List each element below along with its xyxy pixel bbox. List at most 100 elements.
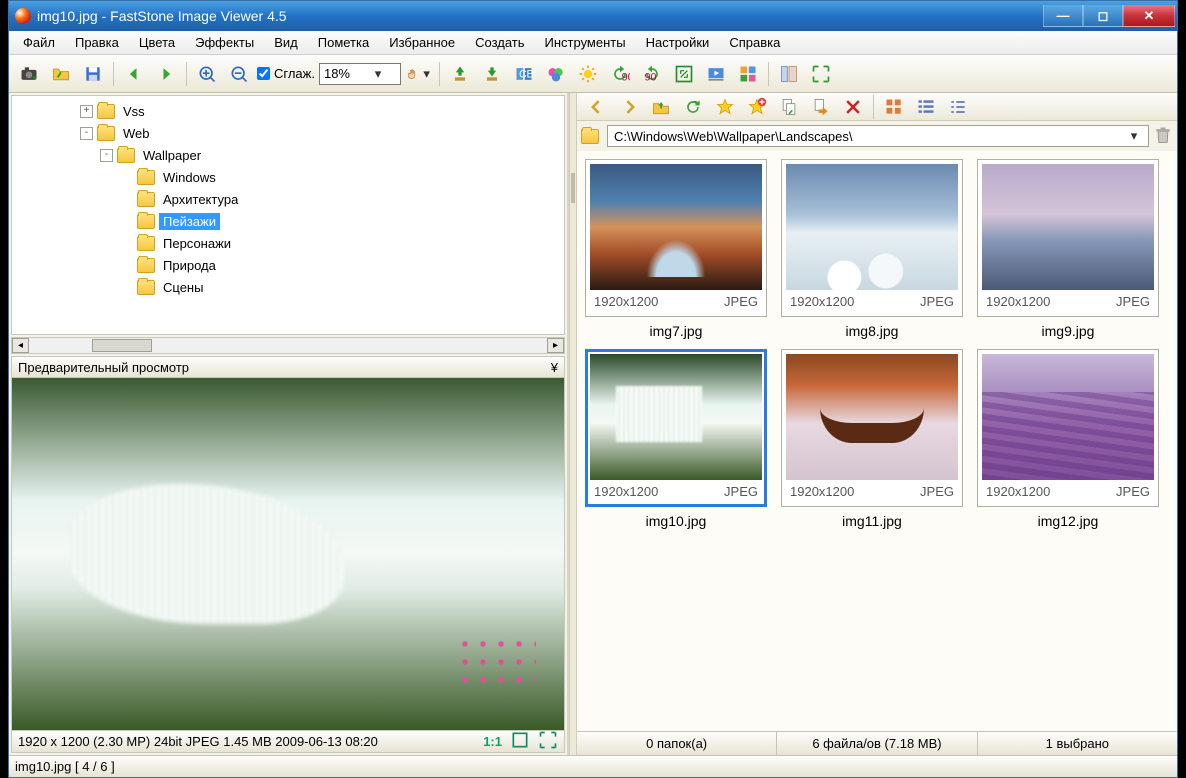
compare-button[interactable]: CB xyxy=(510,60,538,88)
add-favorite-button[interactable] xyxy=(743,93,771,121)
up-folder-button[interactable] xyxy=(647,93,675,121)
menu-эффекты[interactable]: Эффекты xyxy=(185,32,264,53)
tree-receive-button[interactable] xyxy=(478,60,506,88)
thumb-dimensions: 1920x1200 xyxy=(986,294,1050,309)
trash-icon[interactable] xyxy=(1153,125,1173,148)
menu-избранное[interactable]: Избранное xyxy=(379,32,465,53)
thumb-format: JPEG xyxy=(920,484,954,499)
fullscreen-button[interactable] xyxy=(807,60,835,88)
nav-back-button[interactable] xyxy=(583,93,611,121)
path-bar: C:\Windows\Web\Wallpaper\Landscapes\ ▾ xyxy=(581,123,1173,149)
path-text: C:\Windows\Web\Wallpaper\Landscapes\ xyxy=(614,129,1126,144)
scroll-right-icon[interactable]: ▸ xyxy=(547,338,564,353)
thumbnail-item[interactable]: 1920x1200JPEGimg11.jpg xyxy=(779,349,965,529)
menu-создать[interactable]: Создать xyxy=(465,32,534,53)
tree-item[interactable]: -Wallpaper xyxy=(20,144,564,166)
nav-forward-button[interactable] xyxy=(615,93,643,121)
fullscreen-preview-icon[interactable] xyxy=(538,730,558,753)
chevron-down-icon[interactable]: ▾ xyxy=(1126,128,1142,144)
tree-item[interactable]: Windows xyxy=(20,166,564,188)
save-button[interactable] xyxy=(79,60,107,88)
smooth-checkbox[interactable]: Сглаж. xyxy=(257,66,315,81)
thumbnail-image xyxy=(590,164,762,290)
slideshow-button[interactable] xyxy=(702,60,730,88)
scroll-thumb[interactable] xyxy=(92,339,152,352)
menu-справка[interactable]: Справка xyxy=(719,32,790,53)
thumbnail-item[interactable]: 1920x1200JPEGimg12.jpg xyxy=(975,349,1161,529)
refresh-button[interactable] xyxy=(679,93,707,121)
zoom-out-button[interactable] xyxy=(225,60,253,88)
titlebar[interactable]: img10.jpg - FastStone Image Viewer 4.5 —… xyxy=(9,1,1177,31)
preview-statusbar: 1920 x 1200 (2.30 MP) 24bit JPEG 1.45 MB… xyxy=(11,731,565,753)
expand-icon[interactable]: + xyxy=(80,105,93,118)
menu-вид[interactable]: Вид xyxy=(264,32,308,53)
move-to-button[interactable] xyxy=(807,93,835,121)
zoom-combo[interactable]: 18%▾ xyxy=(319,63,401,85)
tree-item[interactable]: -Web xyxy=(20,122,564,144)
view-list-button[interactable] xyxy=(944,93,972,121)
copy-to-button[interactable] xyxy=(775,93,803,121)
menu-файл[interactable]: Файл xyxy=(13,32,65,53)
expand-icon[interactable]: - xyxy=(100,149,113,162)
tree-label: Сцены xyxy=(159,279,207,296)
thumbnail-item[interactable]: 1920x1200JPEGimg8.jpg xyxy=(779,159,965,339)
rotate-left-button[interactable]: 90 xyxy=(606,60,634,88)
back-button[interactable] xyxy=(120,60,148,88)
folder-icon xyxy=(581,129,599,144)
tree-item[interactable]: Архитектура xyxy=(20,188,564,210)
menu-правка[interactable]: Правка xyxy=(65,32,129,53)
rotate-right-button[interactable]: 90 xyxy=(638,60,666,88)
folder-icon xyxy=(137,280,155,295)
thumbnail-item[interactable]: 1920x1200JPEGimg7.jpg xyxy=(583,159,769,339)
tree-item[interactable]: Природа xyxy=(20,254,564,276)
tree-hscrollbar[interactable]: ◂ ▸ xyxy=(11,337,565,354)
thumbnail-item[interactable]: 1920x1200JPEGimg9.jpg xyxy=(975,159,1161,339)
resize-button[interactable] xyxy=(670,60,698,88)
thumbnail-image xyxy=(786,164,958,290)
tree-send-button[interactable] xyxy=(446,60,474,88)
thumb-filename: img10.jpg xyxy=(646,513,707,529)
tree-item[interactable]: +Vss xyxy=(20,100,564,122)
collapse-icon[interactable]: ¥ xyxy=(551,360,558,375)
status-text: img10.jpg [ 4 / 6 ] xyxy=(15,759,115,774)
hand-tool-button[interactable]: ▾ xyxy=(405,60,433,88)
scroll-left-icon[interactable]: ◂ xyxy=(12,338,29,353)
folder-icon xyxy=(97,104,115,119)
expand-icon[interactable]: - xyxy=(80,127,93,140)
close-button[interactable]: ✕ xyxy=(1123,5,1175,27)
menu-пометка[interactable]: Пометка xyxy=(308,32,379,53)
path-input[interactable]: C:\Windows\Web\Wallpaper\Landscapes\ ▾ xyxy=(607,125,1149,147)
status-files: 6 файла/ов (7.18 MB) xyxy=(776,732,976,755)
menu-цвета[interactable]: Цвета xyxy=(129,32,185,53)
menu-настройки[interactable]: Настройки xyxy=(636,32,720,53)
thumb-filename: img8.jpg xyxy=(846,323,899,339)
multi-view-button[interactable] xyxy=(734,60,762,88)
actual-size-button[interactable]: 1:1 xyxy=(483,734,502,749)
tree-item[interactable]: Пейзажи xyxy=(20,210,564,232)
menu-инструменты[interactable]: Инструменты xyxy=(535,32,636,53)
thumbnail-item[interactable]: 1920x1200JPEGimg10.jpg xyxy=(583,349,769,529)
maximize-button[interactable]: ◻ xyxy=(1083,5,1123,27)
layout-button[interactable] xyxy=(775,60,803,88)
favorites-button[interactable] xyxy=(711,93,739,121)
vertical-splitter[interactable] xyxy=(569,93,577,755)
tree-item[interactable]: Персонажи xyxy=(20,232,564,254)
forward-button[interactable] xyxy=(152,60,180,88)
fit-window-icon[interactable] xyxy=(510,730,530,753)
tree-item[interactable]: Сцены xyxy=(20,276,564,298)
view-thumbnails-button[interactable] xyxy=(880,93,908,121)
chevron-down-icon: ▾ xyxy=(360,66,396,82)
acquire-button[interactable] xyxy=(15,60,43,88)
folder-icon xyxy=(97,126,115,141)
zoom-in-button[interactable] xyxy=(193,60,221,88)
minimize-button[interactable]: — xyxy=(1043,5,1083,27)
effects-button[interactable] xyxy=(542,60,570,88)
brightness-button[interactable] xyxy=(574,60,602,88)
delete-button[interactable] xyxy=(839,93,867,121)
view-details-button[interactable] xyxy=(912,93,940,121)
thumbnail-grid[interactable]: 1920x1200JPEGimg7.jpg1920x1200JPEGimg8.j… xyxy=(577,151,1177,731)
preview-image[interactable] xyxy=(11,378,565,731)
open-folder-button[interactable] xyxy=(47,60,75,88)
folder-tree[interactable]: +Vss-Web-WallpaperWindowsАрхитектураПейз… xyxy=(11,95,565,335)
left-pane: +Vss-Web-WallpaperWindowsАрхитектураПейз… xyxy=(9,93,569,755)
